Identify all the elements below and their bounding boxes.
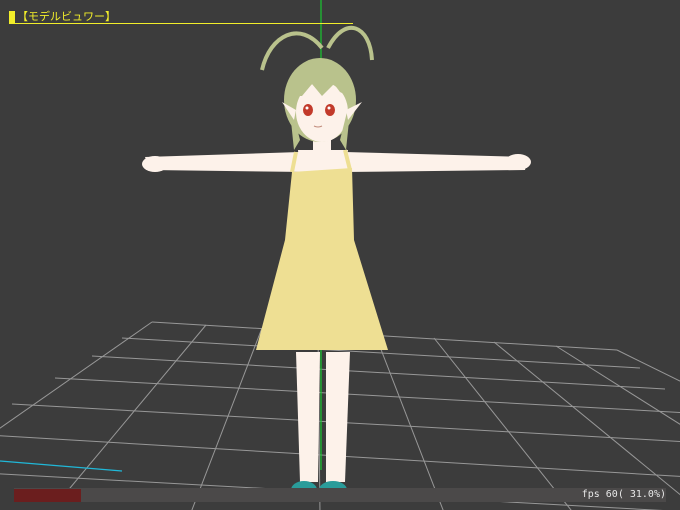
title-marker-icon [9, 11, 15, 23]
z-axis-line [0, 460, 123, 472]
model-viewport[interactable] [0, 0, 680, 510]
load-progress-bar [14, 489, 81, 502]
title-underline [9, 23, 353, 24]
status-bar [14, 488, 666, 502]
character-model [142, 25, 531, 499]
viewer-title-text: 【モデルビュワー】 [17, 10, 116, 23]
fps-readout: fps 60( 31.0%) [581, 489, 666, 500]
